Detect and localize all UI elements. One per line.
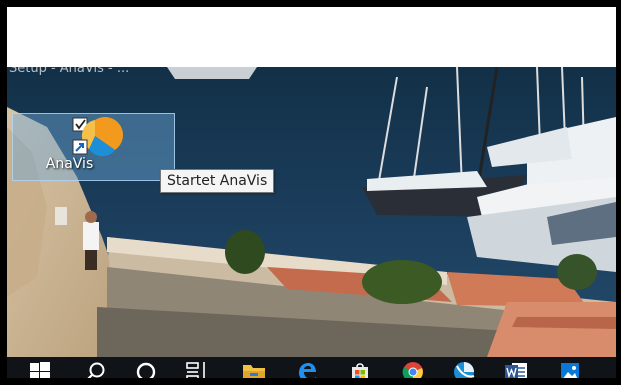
anavis-app-icon [72, 116, 123, 157]
task-view-icon [186, 362, 205, 378]
chrome-button[interactable] [393, 357, 433, 378]
word-button[interactable] [496, 357, 536, 378]
word-icon [505, 363, 527, 378]
screen-frame: Setup - AnaVis - ... AnaVis Startet AnaV… [0, 0, 621, 385]
edge-icon [299, 363, 316, 378]
search-button[interactable] [75, 357, 115, 378]
chrome-icon [402, 362, 423, 378]
store-button[interactable] [340, 357, 380, 378]
anavis-tooltip: Startet AnaVis [160, 169, 275, 193]
taskbar [7, 357, 616, 378]
photos-icon [561, 363, 579, 378]
anavis-taskbar-button[interactable] [444, 357, 484, 378]
search-icon [87, 362, 105, 378]
windows-logo-icon [30, 362, 50, 378]
edge-button[interactable] [287, 357, 327, 378]
cortana-circle-icon [136, 362, 156, 378]
cortana-button[interactable] [126, 357, 166, 378]
ghost-window-title: Setup - AnaVis - ... [9, 67, 130, 76]
folder-icon [243, 365, 265, 378]
anavis-desktop-shortcut[interactable]: AnaVis [12, 113, 175, 181]
wallpaper-harbor [7, 67, 616, 357]
blank-title-area [7, 7, 616, 67]
anavis-shortcut-label: AnaVis [45, 156, 94, 172]
store-bag-icon [352, 363, 368, 378]
task-view-button[interactable] [177, 357, 217, 378]
start-button[interactable] [20, 357, 60, 378]
anavis-app-icon [454, 362, 475, 378]
file-explorer-button[interactable] [234, 357, 274, 378]
desktop-background[interactable]: Setup - AnaVis - ... AnaVis Startet AnaV… [7, 67, 616, 357]
photos-button[interactable] [550, 357, 590, 378]
